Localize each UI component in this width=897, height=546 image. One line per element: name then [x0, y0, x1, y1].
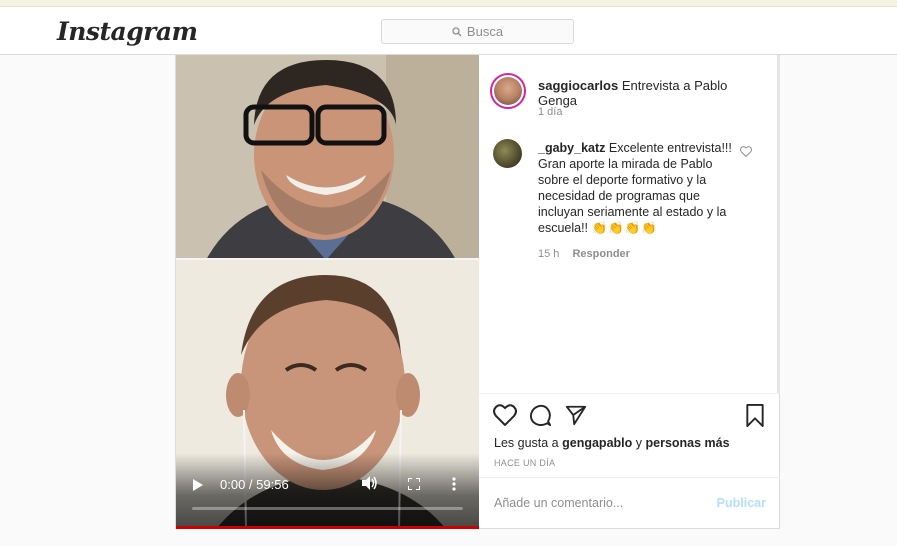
post-actions: Les gusta a gengapablo y personas más HA…	[479, 393, 780, 477]
volume-icon[interactable]	[362, 476, 378, 490]
comment-meta: 15 h Responder	[538, 248, 640, 260]
instagram-logo[interactable]: Instagram	[57, 17, 198, 46]
search-placeholder: Busca	[466, 24, 504, 39]
video-controls: 0:00 / 59:56	[176, 453, 479, 529]
caption-time: 1 día	[538, 106, 563, 118]
like-heart-icon[interactable]	[493, 404, 517, 426]
likes-others[interactable]: personas más	[646, 436, 730, 450]
post-sidebar: saggiocarlos Entrevista a Pablo Genga 1 …	[479, 55, 780, 529]
commenter-avatar[interactable]	[493, 139, 522, 168]
more-options-icon[interactable]	[452, 477, 456, 491]
comment-item: _gaby_katz Excelente entrevista!!! Gran …	[538, 140, 738, 236]
comment-emojis: 👏👏👏👏	[591, 221, 658, 235]
likes-summary: Les gusta a gengapablo y personas más	[494, 436, 730, 450]
play-icon[interactable]	[192, 479, 203, 491]
top-navbar: Instagram Busca	[0, 7, 897, 55]
commenter-username[interactable]: _gaby_katz	[538, 141, 605, 155]
post-card: 0:00 / 59:56 saggiocarlos Entrevista a P…	[175, 55, 780, 529]
video-bottom-accent	[176, 526, 479, 529]
publish-button[interactable]: Publicar	[717, 496, 766, 510]
author-avatar[interactable]	[490, 73, 526, 109]
comment-input[interactable]: Añade un comentario...	[494, 496, 623, 510]
comment-time: 15 h	[538, 248, 560, 260]
search-input[interactable]: Busca	[381, 19, 574, 44]
post-caption: saggiocarlos Entrevista a Pablo Genga	[538, 78, 768, 108]
post-timestamp[interactable]: HACE UN DÍA	[494, 458, 555, 468]
likes-user[interactable]: gengapablo	[562, 436, 632, 450]
browser-top-strip	[0, 0, 897, 7]
video-time: 0:00 / 59:56	[220, 477, 289, 492]
likes-prefix: Les gusta a	[494, 436, 559, 450]
fullscreen-icon[interactable]	[408, 478, 420, 490]
author-username[interactable]: saggiocarlos	[538, 78, 618, 93]
share-send-icon[interactable]	[565, 404, 587, 426]
reply-button[interactable]: Responder	[572, 248, 629, 260]
video-pane-top	[176, 55, 479, 260]
comment-bubble-icon[interactable]	[529, 404, 552, 427]
interviewer-figure	[176, 55, 479, 260]
comments-scrollbar[interactable]	[777, 55, 780, 393]
comment-like-heart-icon[interactable]	[740, 146, 752, 157]
video-player[interactable]: 0:00 / 59:56	[176, 55, 479, 529]
add-comment-form: Añade un comentario... Publicar	[479, 477, 780, 529]
search-icon	[452, 26, 462, 36]
video-progress-bar[interactable]	[192, 507, 463, 510]
save-bookmark-icon[interactable]	[745, 404, 765, 427]
likes-joiner: y	[635, 436, 643, 450]
